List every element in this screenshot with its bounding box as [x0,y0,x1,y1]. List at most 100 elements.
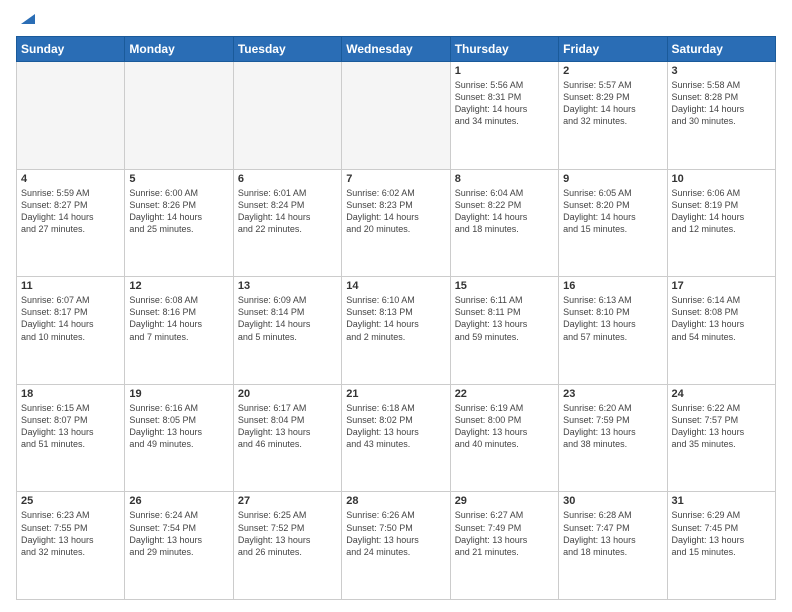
day-number: 22 [455,388,554,400]
day-number: 19 [129,388,228,400]
calendar-cell: 12Sunrise: 6:08 AM Sunset: 8:16 PM Dayli… [125,277,233,385]
calendar-cell: 8 Sunrise: 6:04 AM Sunset: 8:22 PM Daylig… [450,169,558,277]
calendar-week-3: 18 Sunrise: 6:15 AM Sunset: 8:07 PM Dayli… [17,384,776,492]
day-info: Sunrise: 6:20 AM Sunset: 7:59 PM Dayligh… [563,402,662,451]
calendar-week-1: 4Sunrise: 5:59 AM Sunset: 8:27 PM Daylig… [17,169,776,277]
day-number: 11 [21,280,120,292]
calendar-cell: 18 Sunrise: 6:15 AM Sunset: 8:07 PM Dayli… [17,384,125,492]
calendar-cell: 20 Sunrise: 6:17 AM Sunset: 8:04 PM Dayli… [233,384,341,492]
header [16,12,776,28]
day-number: 8 [455,173,554,185]
day-number: 3 [672,65,771,77]
calendar-cell: 28Sunrise: 6:26 AM Sunset: 7:50 PM Dayli… [342,492,450,600]
day-number: 13 [238,280,337,292]
day-info: Sunrise: 6:29 AM Sunset: 7:45 PM Dayligh… [672,509,771,558]
calendar-cell: 14 Sunrise: 6:10 AM Sunset: 8:13 PM Dayli… [342,277,450,385]
logo [16,12,35,28]
weekday-thursday: Thursday [450,37,558,62]
day-number: 18 [21,388,120,400]
calendar-cell: 24 Sunrise: 6:22 AM Sunset: 7:57 PM Dayli… [667,384,775,492]
day-number: 5 [129,173,228,185]
page: SundayMondayTuesdayWednesdayThursdayFrid… [0,0,792,612]
day-number: 16 [563,280,662,292]
day-info: Sunrise: 6:25 AM Sunset: 7:52 PM Dayligh… [238,509,337,558]
day-number: 25 [21,495,120,507]
calendar-cell: 22 Sunrise: 6:19 AM Sunset: 8:00 PM Dayli… [450,384,558,492]
calendar-week-2: 11Sunrise: 6:07 AM Sunset: 8:17 PM Dayli… [17,277,776,385]
day-info: Sunrise: 5:57 AM Sunset: 8:29 PM Dayligh… [563,79,662,128]
calendar-cell [342,62,450,170]
day-info: Sunrise: 6:13 AM Sunset: 8:10 PM Dayligh… [563,294,662,343]
day-number: 7 [346,173,445,185]
calendar-cell: 3 Sunrise: 5:58 AM Sunset: 8:28 PM Daylig… [667,62,775,170]
calendar-cell: 21Sunrise: 6:18 AM Sunset: 8:02 PM Dayli… [342,384,450,492]
weekday-wednesday: Wednesday [342,37,450,62]
logo-icon [17,10,35,28]
day-info: Sunrise: 6:02 AM Sunset: 8:23 PM Dayligh… [346,187,445,236]
day-info: Sunrise: 6:11 AM Sunset: 8:11 PM Dayligh… [455,294,554,343]
calendar-cell: 26 Sunrise: 6:24 AM Sunset: 7:54 PM Dayli… [125,492,233,600]
day-number: 26 [129,495,228,507]
day-number: 1 [455,65,554,77]
day-info: Sunrise: 6:24 AM Sunset: 7:54 PM Dayligh… [129,509,228,558]
day-info: Sunrise: 6:28 AM Sunset: 7:47 PM Dayligh… [563,509,662,558]
calendar-cell: 17 Sunrise: 6:14 AM Sunset: 8:08 PM Dayli… [667,277,775,385]
day-info: Sunrise: 6:27 AM Sunset: 7:49 PM Dayligh… [455,509,554,558]
day-info: Sunrise: 6:16 AM Sunset: 8:05 PM Dayligh… [129,402,228,451]
day-info: Sunrise: 6:08 AM Sunset: 8:16 PM Dayligh… [129,294,228,343]
calendar-cell: 1 Sunrise: 5:56 AM Sunset: 8:31 PM Daylig… [450,62,558,170]
day-number: 29 [455,495,554,507]
day-number: 15 [455,280,554,292]
calendar-cell: 5 Sunrise: 6:00 AM Sunset: 8:26 PM Daylig… [125,169,233,277]
day-info: Sunrise: 6:19 AM Sunset: 8:00 PM Dayligh… [455,402,554,451]
calendar-cell: 27 Sunrise: 6:25 AM Sunset: 7:52 PM Dayli… [233,492,341,600]
calendar-cell: 9Sunrise: 6:05 AM Sunset: 8:20 PM Daylig… [559,169,667,277]
calendar-cell: 19 Sunrise: 6:16 AM Sunset: 8:05 PM Dayli… [125,384,233,492]
calendar-cell: 13 Sunrise: 6:09 AM Sunset: 8:14 PM Dayli… [233,277,341,385]
weekday-friday: Friday [559,37,667,62]
day-number: 30 [563,495,662,507]
day-info: Sunrise: 6:09 AM Sunset: 8:14 PM Dayligh… [238,294,337,343]
day-number: 23 [563,388,662,400]
day-info: Sunrise: 5:58 AM Sunset: 8:28 PM Dayligh… [672,79,771,128]
weekday-header-row: SundayMondayTuesdayWednesdayThursdayFrid… [17,37,776,62]
day-info: Sunrise: 6:05 AM Sunset: 8:20 PM Dayligh… [563,187,662,236]
day-info: Sunrise: 6:15 AM Sunset: 8:07 PM Dayligh… [21,402,120,451]
calendar-cell: 7 Sunrise: 6:02 AM Sunset: 8:23 PM Daylig… [342,169,450,277]
weekday-monday: Monday [125,37,233,62]
day-info: Sunrise: 6:04 AM Sunset: 8:22 PM Dayligh… [455,187,554,236]
calendar-cell: 30 Sunrise: 6:28 AM Sunset: 7:47 PM Dayli… [559,492,667,600]
day-number: 6 [238,173,337,185]
calendar-cell: 16 Sunrise: 6:13 AM Sunset: 8:10 PM Dayli… [559,277,667,385]
day-number: 31 [672,495,771,507]
day-info: Sunrise: 6:14 AM Sunset: 8:08 PM Dayligh… [672,294,771,343]
day-info: Sunrise: 6:00 AM Sunset: 8:26 PM Dayligh… [129,187,228,236]
day-number: 14 [346,280,445,292]
calendar-cell: 2Sunrise: 5:57 AM Sunset: 8:29 PM Daylig… [559,62,667,170]
day-number: 17 [672,280,771,292]
day-number: 24 [672,388,771,400]
day-number: 21 [346,388,445,400]
calendar-cell: 6Sunrise: 6:01 AM Sunset: 8:24 PM Daylig… [233,169,341,277]
weekday-saturday: Saturday [667,37,775,62]
calendar-cell: 29 Sunrise: 6:27 AM Sunset: 7:49 PM Dayli… [450,492,558,600]
day-number: 27 [238,495,337,507]
day-number: 10 [672,173,771,185]
day-info: Sunrise: 6:10 AM Sunset: 8:13 PM Dayligh… [346,294,445,343]
calendar-table: SundayMondayTuesdayWednesdayThursdayFrid… [16,36,776,600]
weekday-tuesday: Tuesday [233,37,341,62]
calendar-week-4: 25Sunrise: 6:23 AM Sunset: 7:55 PM Dayli… [17,492,776,600]
day-info: Sunrise: 6:17 AM Sunset: 8:04 PM Dayligh… [238,402,337,451]
calendar-cell [125,62,233,170]
calendar-cell: 15 Sunrise: 6:11 AM Sunset: 8:11 PM Dayli… [450,277,558,385]
calendar-cell [233,62,341,170]
calendar-cell: 25Sunrise: 6:23 AM Sunset: 7:55 PM Dayli… [17,492,125,600]
day-info: Sunrise: 6:22 AM Sunset: 7:57 PM Dayligh… [672,402,771,451]
calendar-cell [17,62,125,170]
day-info: Sunrise: 6:06 AM Sunset: 8:19 PM Dayligh… [672,187,771,236]
calendar-cell: 4Sunrise: 5:59 AM Sunset: 8:27 PM Daylig… [17,169,125,277]
day-number: 20 [238,388,337,400]
calendar-cell: 10 Sunrise: 6:06 AM Sunset: 8:19 PM Dayli… [667,169,775,277]
day-info: Sunrise: 5:56 AM Sunset: 8:31 PM Dayligh… [455,79,554,128]
weekday-sunday: Sunday [17,37,125,62]
